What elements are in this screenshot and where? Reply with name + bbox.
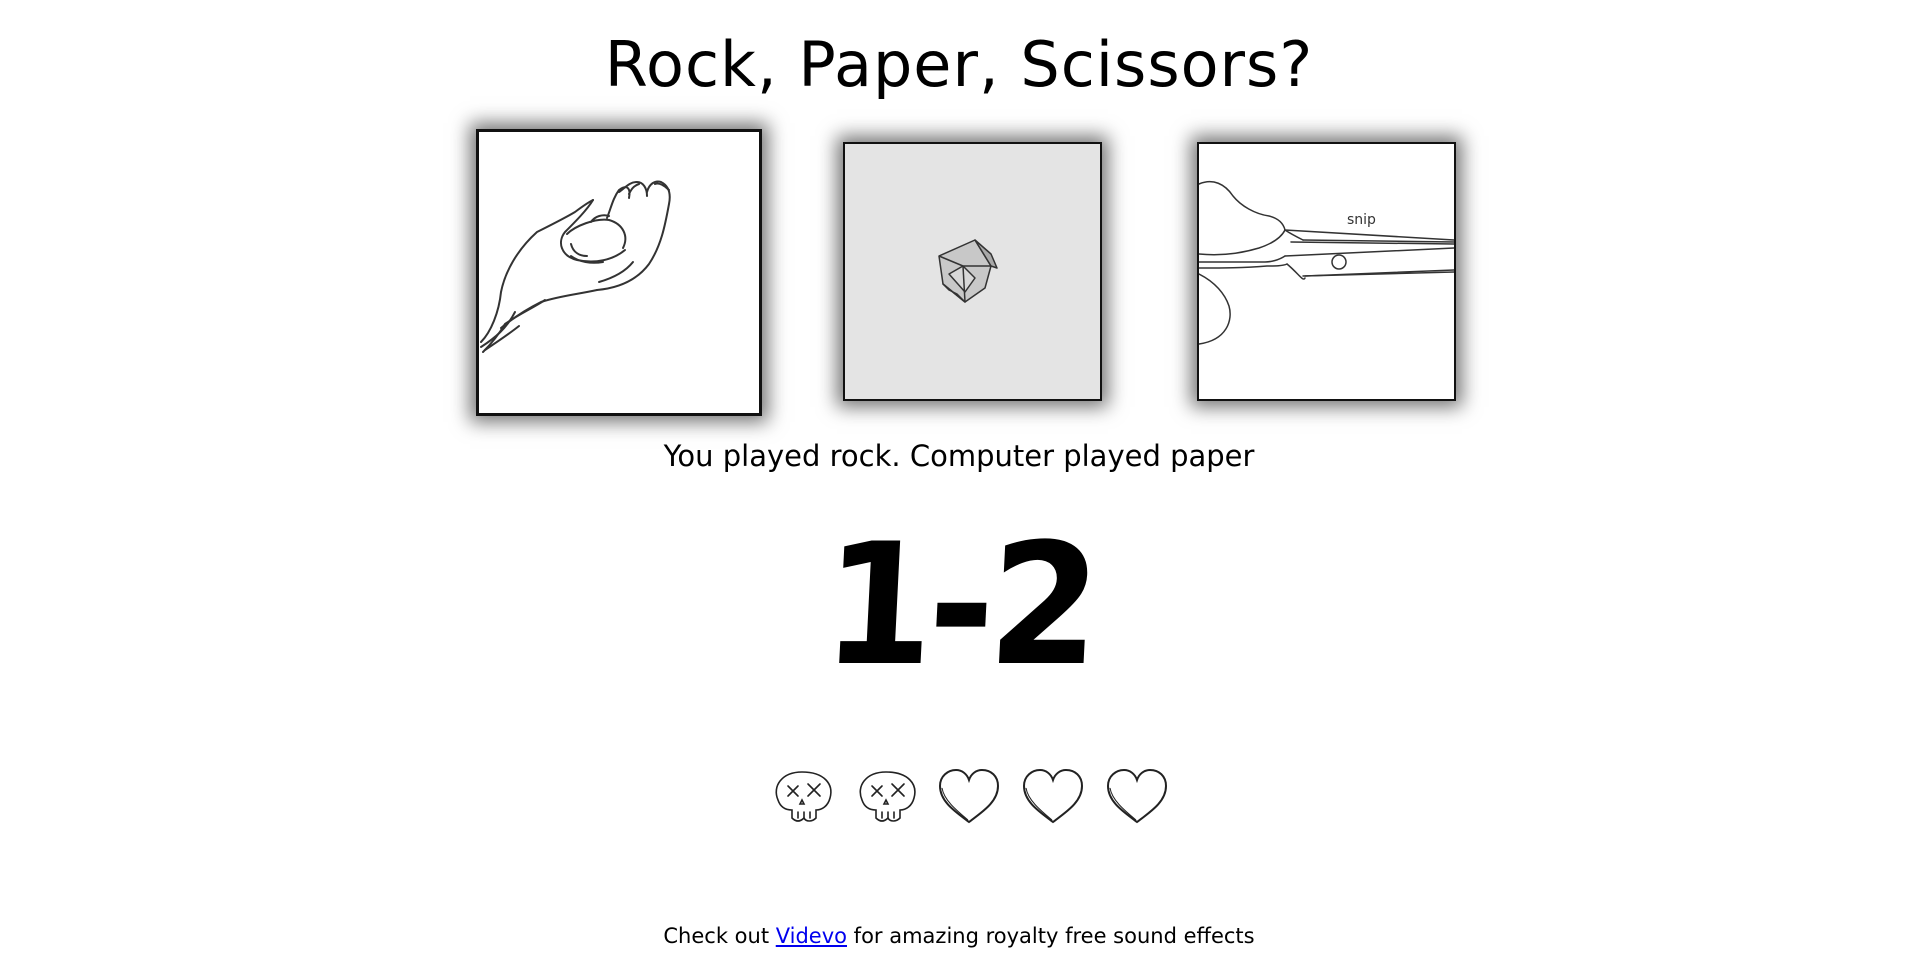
scissors-choice-button[interactable]: snip: [1197, 142, 1456, 401]
game-page: Rock, Paper, Scissors? snip You played r…: [0, 0, 1918, 955]
rock-hand-illustration: [480, 180, 671, 353]
footer: Check out Videvo for amazing royalty fre…: [0, 922, 1918, 950]
paper-ball-illustration: [938, 239, 998, 303]
heart-icon: [1104, 766, 1170, 826]
scissors-caption: snip: [1347, 212, 1376, 228]
lives-row: [770, 766, 1170, 826]
paper-choice-button[interactable]: [843, 142, 1102, 401]
footer-text-before: Check out: [663, 924, 776, 948]
heart-icon: [1020, 766, 1086, 826]
skull-icon: [770, 766, 836, 826]
rock-choice-button[interactable]: [476, 129, 762, 416]
heart-icon: [936, 766, 1002, 826]
footer-text-after: for amazing royalty free sound effects: [847, 924, 1255, 948]
scissors-illustration: snip: [1199, 180, 1454, 345]
page-title: Rock, Paper, Scissors?: [604, 28, 1314, 101]
skull-icon: [854, 766, 920, 826]
score-display: 1-2: [818, 507, 1100, 703]
videvo-link[interactable]: Videvo: [776, 924, 847, 948]
result-text: You played rock. Computer played paper: [663, 439, 1255, 473]
